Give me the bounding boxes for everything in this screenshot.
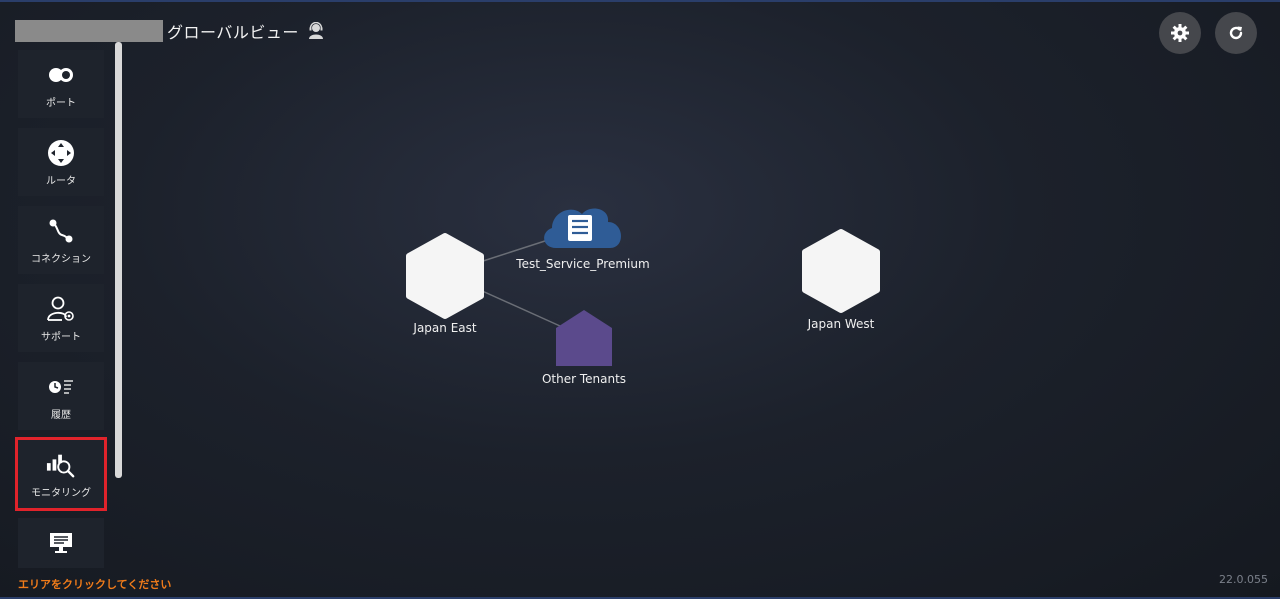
connection-icon bbox=[46, 216, 76, 246]
monitoring-icon bbox=[46, 450, 76, 480]
sidebar-item-label: ポート bbox=[46, 97, 76, 109]
redacted-tenant-name bbox=[15, 20, 163, 42]
refresh-icon bbox=[1229, 26, 1243, 40]
history-icon bbox=[46, 372, 76, 402]
node-other-tenants-house[interactable] bbox=[556, 310, 612, 366]
node-japan-east-hexagon[interactable] bbox=[406, 233, 484, 319]
sidebar-item-label: 履歴 bbox=[51, 409, 71, 421]
node-label-japan-west: Japan West bbox=[807, 317, 875, 331]
node-label-other-tenants: Other Tenants bbox=[541, 372, 627, 386]
support-icon bbox=[46, 294, 76, 324]
sidebar-item-label: サポート bbox=[41, 331, 81, 343]
page-title: グローバルビュー bbox=[167, 23, 299, 42]
node-label-japan-east: Japan East bbox=[413, 321, 477, 335]
support-user-icon bbox=[307, 22, 325, 40]
router-icon bbox=[46, 138, 76, 168]
sidebar-item-display[interactable] bbox=[18, 518, 104, 568]
refresh-button[interactable] bbox=[1215, 12, 1257, 54]
link-japan-east-other-tenants bbox=[479, 289, 561, 327]
sidebar-item-monitoring[interactable]: モニタリング bbox=[15, 437, 107, 511]
node-test-service-cloud[interactable] bbox=[544, 208, 622, 248]
page-header: グローバルビュー bbox=[15, 20, 325, 42]
port-icon bbox=[46, 60, 76, 90]
sidebar-item-support[interactable]: サポート bbox=[18, 284, 104, 352]
sidebar-item-label: コネクション bbox=[31, 253, 91, 265]
global-view-map bbox=[406, 208, 880, 366]
node-label-test-service: Test_Service_Premium bbox=[516, 257, 650, 271]
settings-button[interactable] bbox=[1159, 12, 1201, 54]
sidebar-scrollbar[interactable] bbox=[115, 42, 122, 478]
sidebar-item-label: ルータ bbox=[46, 175, 76, 187]
sidebar-item-port[interactable]: ポート bbox=[18, 50, 104, 118]
sidebar-item-router[interactable]: ルータ bbox=[18, 128, 104, 196]
version-label: 22.0.055 bbox=[1219, 573, 1268, 586]
top-accent-bar bbox=[0, 0, 1280, 2]
sidebar-item-history[interactable]: 履歴 bbox=[18, 362, 104, 430]
instruction-hint: エリアをクリックしてください bbox=[18, 578, 172, 591]
sidebar-item-label: モニタリング bbox=[31, 487, 91, 499]
gear-icon bbox=[1171, 24, 1189, 42]
node-japan-west-hexagon[interactable] bbox=[802, 229, 880, 313]
display-icon bbox=[46, 528, 76, 558]
sidebar-item-connection[interactable]: コネクション bbox=[18, 206, 104, 274]
